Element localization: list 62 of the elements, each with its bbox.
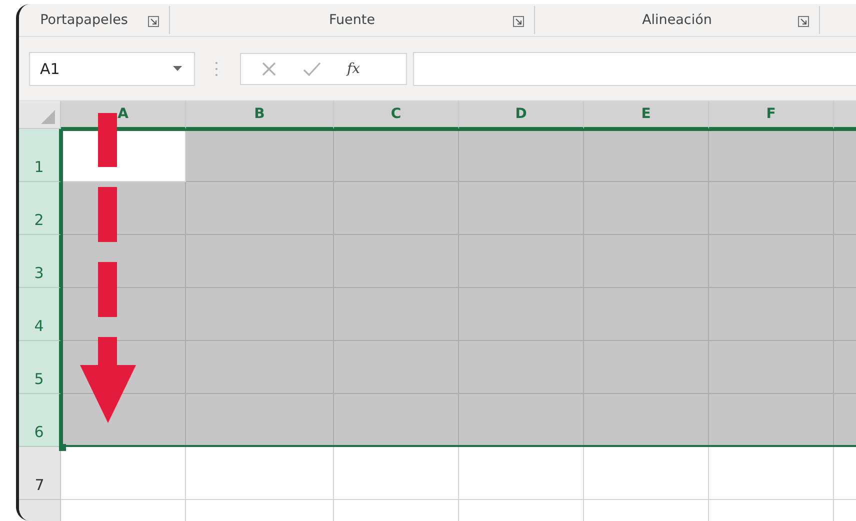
group-label: Alineación	[642, 12, 712, 28]
column-header[interactable]: C	[334, 101, 459, 129]
selected-cell[interactable]	[186, 288, 334, 341]
column-header[interactable]: E	[584, 101, 709, 129]
selected-cell[interactable]	[459, 235, 584, 288]
insert-function-button[interactable]: fx	[347, 60, 360, 76]
name-box[interactable]: A1	[29, 52, 195, 86]
selected-cell[interactable]	[584, 235, 709, 288]
selected-cell[interactable]	[709, 394, 834, 447]
formula-input-field[interactable]	[413, 52, 856, 86]
selected-cell[interactable]	[459, 129, 584, 182]
selected-cell[interactable]	[186, 182, 334, 235]
selected-cell[interactable]	[459, 182, 584, 235]
dialog-launcher-icon[interactable]	[798, 16, 809, 27]
selected-cell[interactable]	[709, 182, 834, 235]
select-all-icon[interactable]	[41, 110, 55, 124]
row-header[interactable]: 1	[19, 129, 61, 182]
row-header[interactable]: 3	[19, 235, 61, 288]
selected-cell[interactable]	[584, 288, 709, 341]
selected-cell[interactable]	[459, 394, 584, 447]
row-header[interactable]: 2	[19, 182, 61, 235]
group-label: Fuente	[328, 12, 376, 28]
row-header[interactable]: 6	[19, 394, 61, 447]
selected-cell[interactable]	[459, 288, 584, 341]
cell[interactable]	[709, 447, 834, 500]
selected-cell[interactable]	[584, 182, 709, 235]
cell[interactable]	[61, 447, 186, 500]
selected-cell[interactable]	[186, 341, 334, 394]
row-header[interactable]: 5	[19, 341, 61, 394]
column-header[interactable]: D	[459, 101, 584, 129]
fill-handle[interactable]	[59, 444, 66, 451]
group-label: Portapapeles	[40, 12, 128, 28]
cell[interactable]	[186, 447, 334, 500]
cell[interactable]	[334, 447, 459, 500]
selected-cell[interactable]	[334, 288, 459, 341]
column-header[interactable]: F	[709, 101, 834, 129]
row-header[interactable]: 7	[19, 447, 61, 500]
dialog-launcher-icon[interactable]	[148, 16, 159, 27]
selected-cell[interactable]	[334, 341, 459, 394]
selected-cell[interactable]	[334, 235, 459, 288]
selected-cell[interactable]	[584, 129, 709, 182]
selected-cell[interactable]	[584, 394, 709, 447]
selected-cell[interactable]	[334, 394, 459, 447]
row-header[interactable]: 4	[19, 288, 61, 341]
selected-cell[interactable]	[334, 182, 459, 235]
selected-cell[interactable]	[709, 288, 834, 341]
selected-cell[interactable]	[186, 394, 334, 447]
selected-cell[interactable]	[709, 129, 834, 182]
selected-cell[interactable]	[334, 129, 459, 182]
selected-cell[interactable]	[709, 341, 834, 394]
selected-cell[interactable]	[459, 341, 584, 394]
cell[interactable]	[584, 447, 709, 500]
selected-cell[interactable]	[584, 341, 709, 394]
dropdown-caret-icon[interactable]	[173, 66, 182, 71]
selected-cell[interactable]	[186, 235, 334, 288]
cell[interactable]	[459, 447, 584, 500]
column-header[interactable]: B	[186, 101, 334, 129]
column-header[interactable]: A	[61, 101, 186, 129]
selected-cell[interactable]	[186, 129, 334, 182]
selected-cell[interactable]	[709, 235, 834, 288]
dialog-launcher-icon[interactable]	[513, 16, 524, 27]
grip-icon	[215, 60, 218, 76]
